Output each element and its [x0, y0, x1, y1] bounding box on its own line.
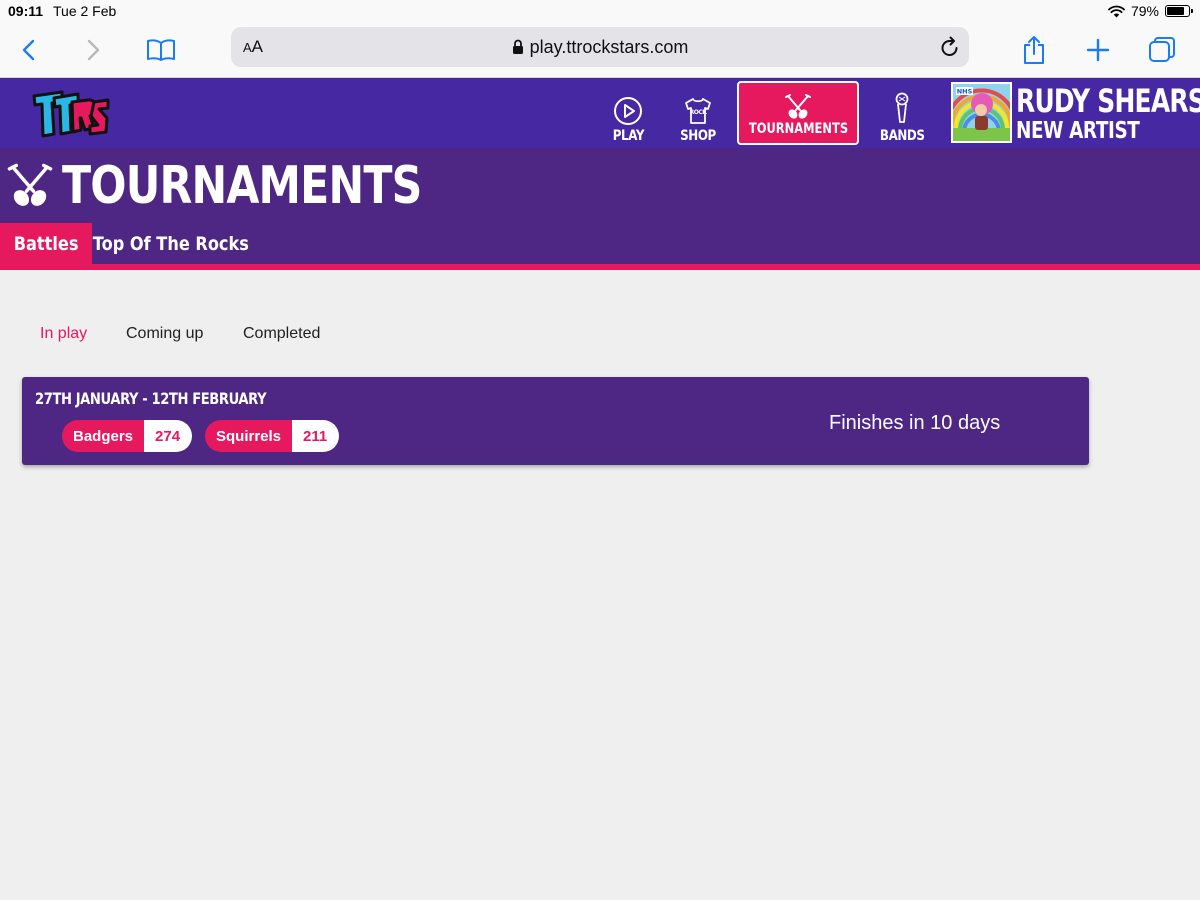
new-tab-button[interactable]: [1080, 32, 1116, 68]
site-header: PLAY ROCK SHOP TOURNAMENTS BANDS NHS RUD…: [0, 78, 1200, 148]
wifi-icon: [1108, 5, 1125, 17]
status-time: 09:11: [8, 3, 44, 19]
forward-button[interactable]: [75, 32, 111, 68]
team-pill: Badgers 274: [62, 420, 193, 452]
tshirt-icon: ROCK: [685, 98, 711, 124]
microphone-icon: [895, 92, 909, 123]
tab-battles[interactable]: Battles: [0, 223, 92, 264]
nav-tournaments[interactable]: TOURNAMENTS: [737, 81, 859, 145]
url-display: play.ttrockstars.com: [231, 37, 969, 58]
status-right: 79%: [1108, 3, 1193, 19]
share-button[interactable]: [1016, 32, 1052, 68]
crossed-guitars-icon: [7, 163, 53, 206]
avatar-badge-text: NHS: [957, 88, 973, 96]
url-text: play.ttrockstars.com: [529, 37, 689, 57]
tabs-overview-button[interactable]: [1144, 32, 1180, 68]
back-button[interactable]: [11, 32, 47, 68]
nav-play-label: PLAY: [612, 128, 644, 144]
avatar[interactable]: NHS: [951, 82, 1012, 143]
chevron-left-icon: [22, 39, 35, 61]
tab-underline: [0, 264, 1200, 270]
battery-icon: [1165, 5, 1193, 17]
reload-button[interactable]: [939, 35, 961, 64]
tab-top-of-the-rocks-label: Top Of The Rocks: [92, 232, 250, 255]
share-icon: [1024, 36, 1044, 64]
subtab-in-play[interactable]: In play: [40, 325, 87, 343]
battle-status: Finishes in 10 days: [829, 412, 1001, 434]
nav-shop-label: SHOP: [680, 128, 716, 144]
tab-battles-label: Battles: [13, 232, 79, 255]
ttrs-logo-icon[interactable]: [32, 88, 110, 140]
status-date: Tue 2 Feb: [53, 3, 117, 19]
reload-icon: [941, 36, 958, 56]
plus-icon: [1086, 38, 1110, 62]
rockstar-avatar-icon: NHS: [953, 84, 1010, 141]
subtab-completed[interactable]: Completed: [243, 325, 320, 343]
play-circle-icon: [614, 97, 642, 125]
battle-dates: 27TH JANUARY - 12TH FEBRUARY: [35, 389, 267, 408]
page-title: TOURNAMENTS: [62, 156, 422, 216]
nav-tournaments-label: TOURNAMENTS: [748, 121, 848, 137]
team-pill: Squirrels 211: [205, 420, 340, 452]
user-rank: NEW ARTIST: [1016, 118, 1140, 144]
browser-toolbar: AA play.ttrockstars.com: [0, 22, 1200, 78]
chevron-right-icon: [87, 39, 100, 61]
shirt-rock-text: ROCK: [690, 109, 708, 116]
nav-play[interactable]: PLAY: [608, 86, 648, 144]
status-bar: 09:11 Tue 2 Feb 79%: [0, 0, 1200, 22]
bookmarks-button[interactable]: [143, 32, 179, 68]
user-name[interactable]: RUDY SHEARS: [1016, 82, 1200, 120]
lock-icon: [512, 39, 523, 54]
subtab-coming-up[interactable]: Coming up: [126, 325, 203, 343]
page-title-row: TOURNAMENTS: [4, 156, 500, 216]
team-name: Badgers: [62, 420, 145, 452]
nav-bands[interactable]: BANDS: [879, 86, 925, 144]
nav-shop[interactable]: ROCK SHOP: [678, 86, 718, 144]
tab-top-of-the-rocks[interactable]: Top Of The Rocks: [93, 223, 249, 264]
team-name: Squirrels: [205, 420, 293, 452]
team-score: 274: [144, 420, 193, 452]
page-header: TOURNAMENTS Battles Top Of The Rocks: [0, 148, 1200, 264]
crossed-guitars-icon: [785, 94, 811, 119]
book-icon: [147, 39, 175, 61]
battery-fill: [1167, 7, 1184, 15]
tabs-icon: [1149, 37, 1175, 62]
nav-bands-label: BANDS: [879, 128, 925, 144]
battle-card[interactable]: 27TH JANUARY - 12TH FEBRUARY Badgers 274…: [22, 377, 1089, 465]
team-score: 211: [292, 420, 340, 452]
address-bar[interactable]: AA play.ttrockstars.com: [231, 27, 969, 67]
battery-percent: 79%: [1130, 3, 1159, 19]
